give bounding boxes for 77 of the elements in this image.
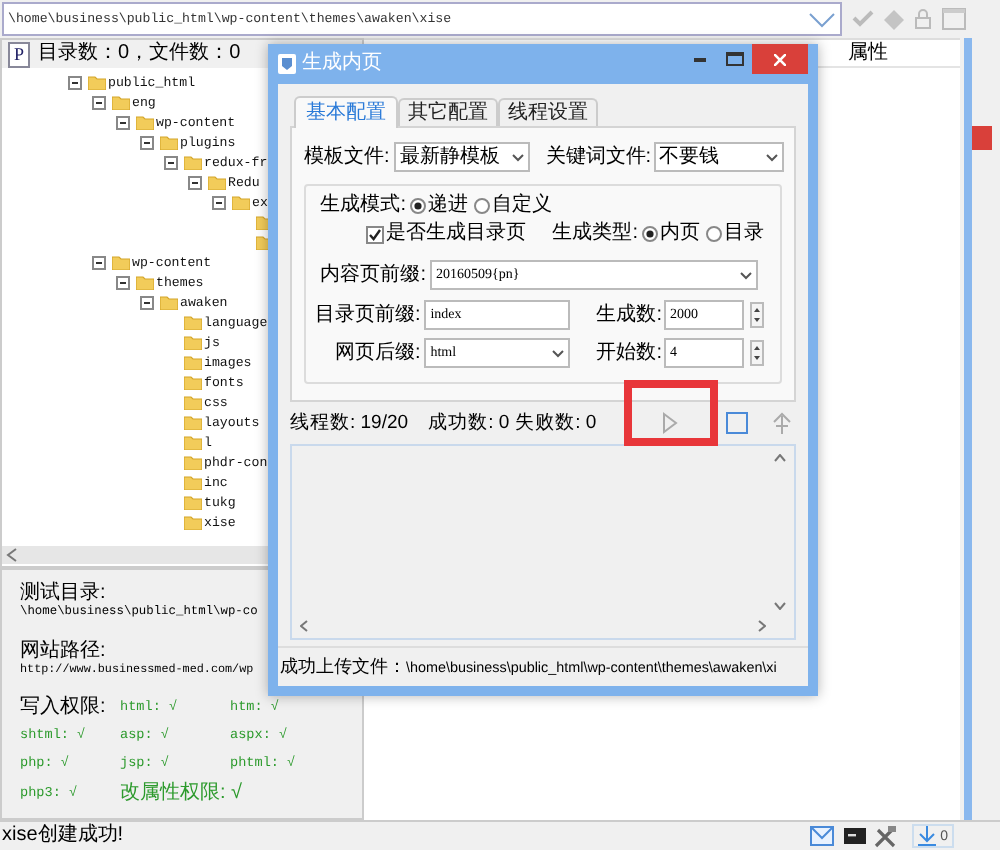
close-icon [774,53,786,65]
spinner-icon[interactable] [750,302,764,328]
highlight-frame [624,380,718,446]
play-icon [662,412,679,434]
dropdown-icon [740,271,752,279]
mode-label: 生成模式: [318,193,406,217]
thread-count: 线程数: 19/20 [290,411,409,435]
keyword-dropdown[interactable]: 不要钱 [653,142,784,172]
terminal-icon[interactable] [844,828,867,844]
tab[interactable]: 线程设置 [498,98,598,126]
check-icon[interactable] [852,10,874,28]
radio-option[interactable]: 目录 [706,222,764,246]
collapse-icon[interactable] [92,255,106,269]
checkbox-icon [366,225,384,243]
panel-badge: P [8,41,31,67]
collapse-icon[interactable] [116,275,130,289]
tab[interactable]: 基本配置 [294,96,398,128]
collapse-icon[interactable] [116,115,130,129]
collapse-icon[interactable] [212,195,226,209]
upload-icon[interactable] [772,411,793,435]
radio-option[interactable]: 自定义 [474,193,552,217]
radio-icon [642,226,658,242]
maximize-icon [725,52,743,66]
scroll-left-icon[interactable] [6,548,18,562]
radio-option[interactable]: 内页 [642,222,700,246]
dropdown-icon [511,153,524,161]
collapse-icon[interactable] [140,135,154,149]
radio-icon [474,197,490,213]
dropdown-icon [765,153,778,161]
site-path-label: 网站路径: [20,640,108,662]
spinner-icon[interactable] [750,340,764,366]
tools-icon[interactable] [874,825,897,847]
collapse-icon[interactable] [92,95,106,109]
start-button[interactable] [660,412,681,434]
dropdown-icon[interactable] [808,11,836,27]
permission-status: 改属性权限: √ [120,782,245,806]
type-label: 生成类型: [552,222,638,246]
diamond-icon[interactable] [884,9,904,29]
collapse-icon[interactable] [68,75,82,89]
column-header[interactable]: 属性 [848,40,888,66]
dialog-title: 生成内页 [302,52,384,76]
minimize-icon [694,57,706,61]
index-prefix-label: 目录页前缀: [312,303,421,327]
count-label: 目录数：0，文件数：0 [38,42,241,66]
write-permission-label: 写入权限: [20,696,108,720]
window-icon[interactable] [942,8,966,30]
keyword-label: 关键词文件: [545,145,652,169]
radio-icon [410,197,426,213]
template-dropdown[interactable]: 最新静模板 [393,142,530,172]
stop-button[interactable] [726,412,749,434]
checkbox-option[interactable]: 是否生成目录页 [366,222,553,246]
download-icon [918,826,937,846]
scroll-down-icon[interactable] [774,602,786,610]
collapse-icon[interactable] [188,175,202,189]
scroll-left-icon[interactable] [300,620,308,632]
failure-count: 失败数: 0 [515,411,597,435]
tab[interactable]: 其它配置 [398,98,498,126]
close-button[interactable] [752,44,808,74]
scroll-up-icon[interactable] [774,454,786,462]
content-prefix-label: 内容页前缀: [318,263,426,287]
upload-label: 成功上传文件： [280,656,406,678]
count-label: 生成数: [594,303,662,327]
start-label: 开始数: [594,341,662,365]
test-dir-label: 测试目录: [20,582,108,604]
collapse-icon[interactable] [140,295,154,309]
radio-icon [706,226,722,242]
collapse-icon[interactable] [164,155,178,169]
mail-icon[interactable] [810,826,835,846]
lock-icon[interactable] [914,8,932,30]
dropdown-icon [552,349,565,357]
app-icon [278,54,296,74]
radio-option[interactable]: 递进 [410,193,468,217]
status-message: xise创建成功! [2,824,126,848]
scroll-right-icon[interactable] [758,620,766,632]
suffix-label: 网页后缀: [332,341,421,365]
success-count: 成功数: 0 [428,411,510,435]
template-label: 模板文件: [304,145,390,169]
